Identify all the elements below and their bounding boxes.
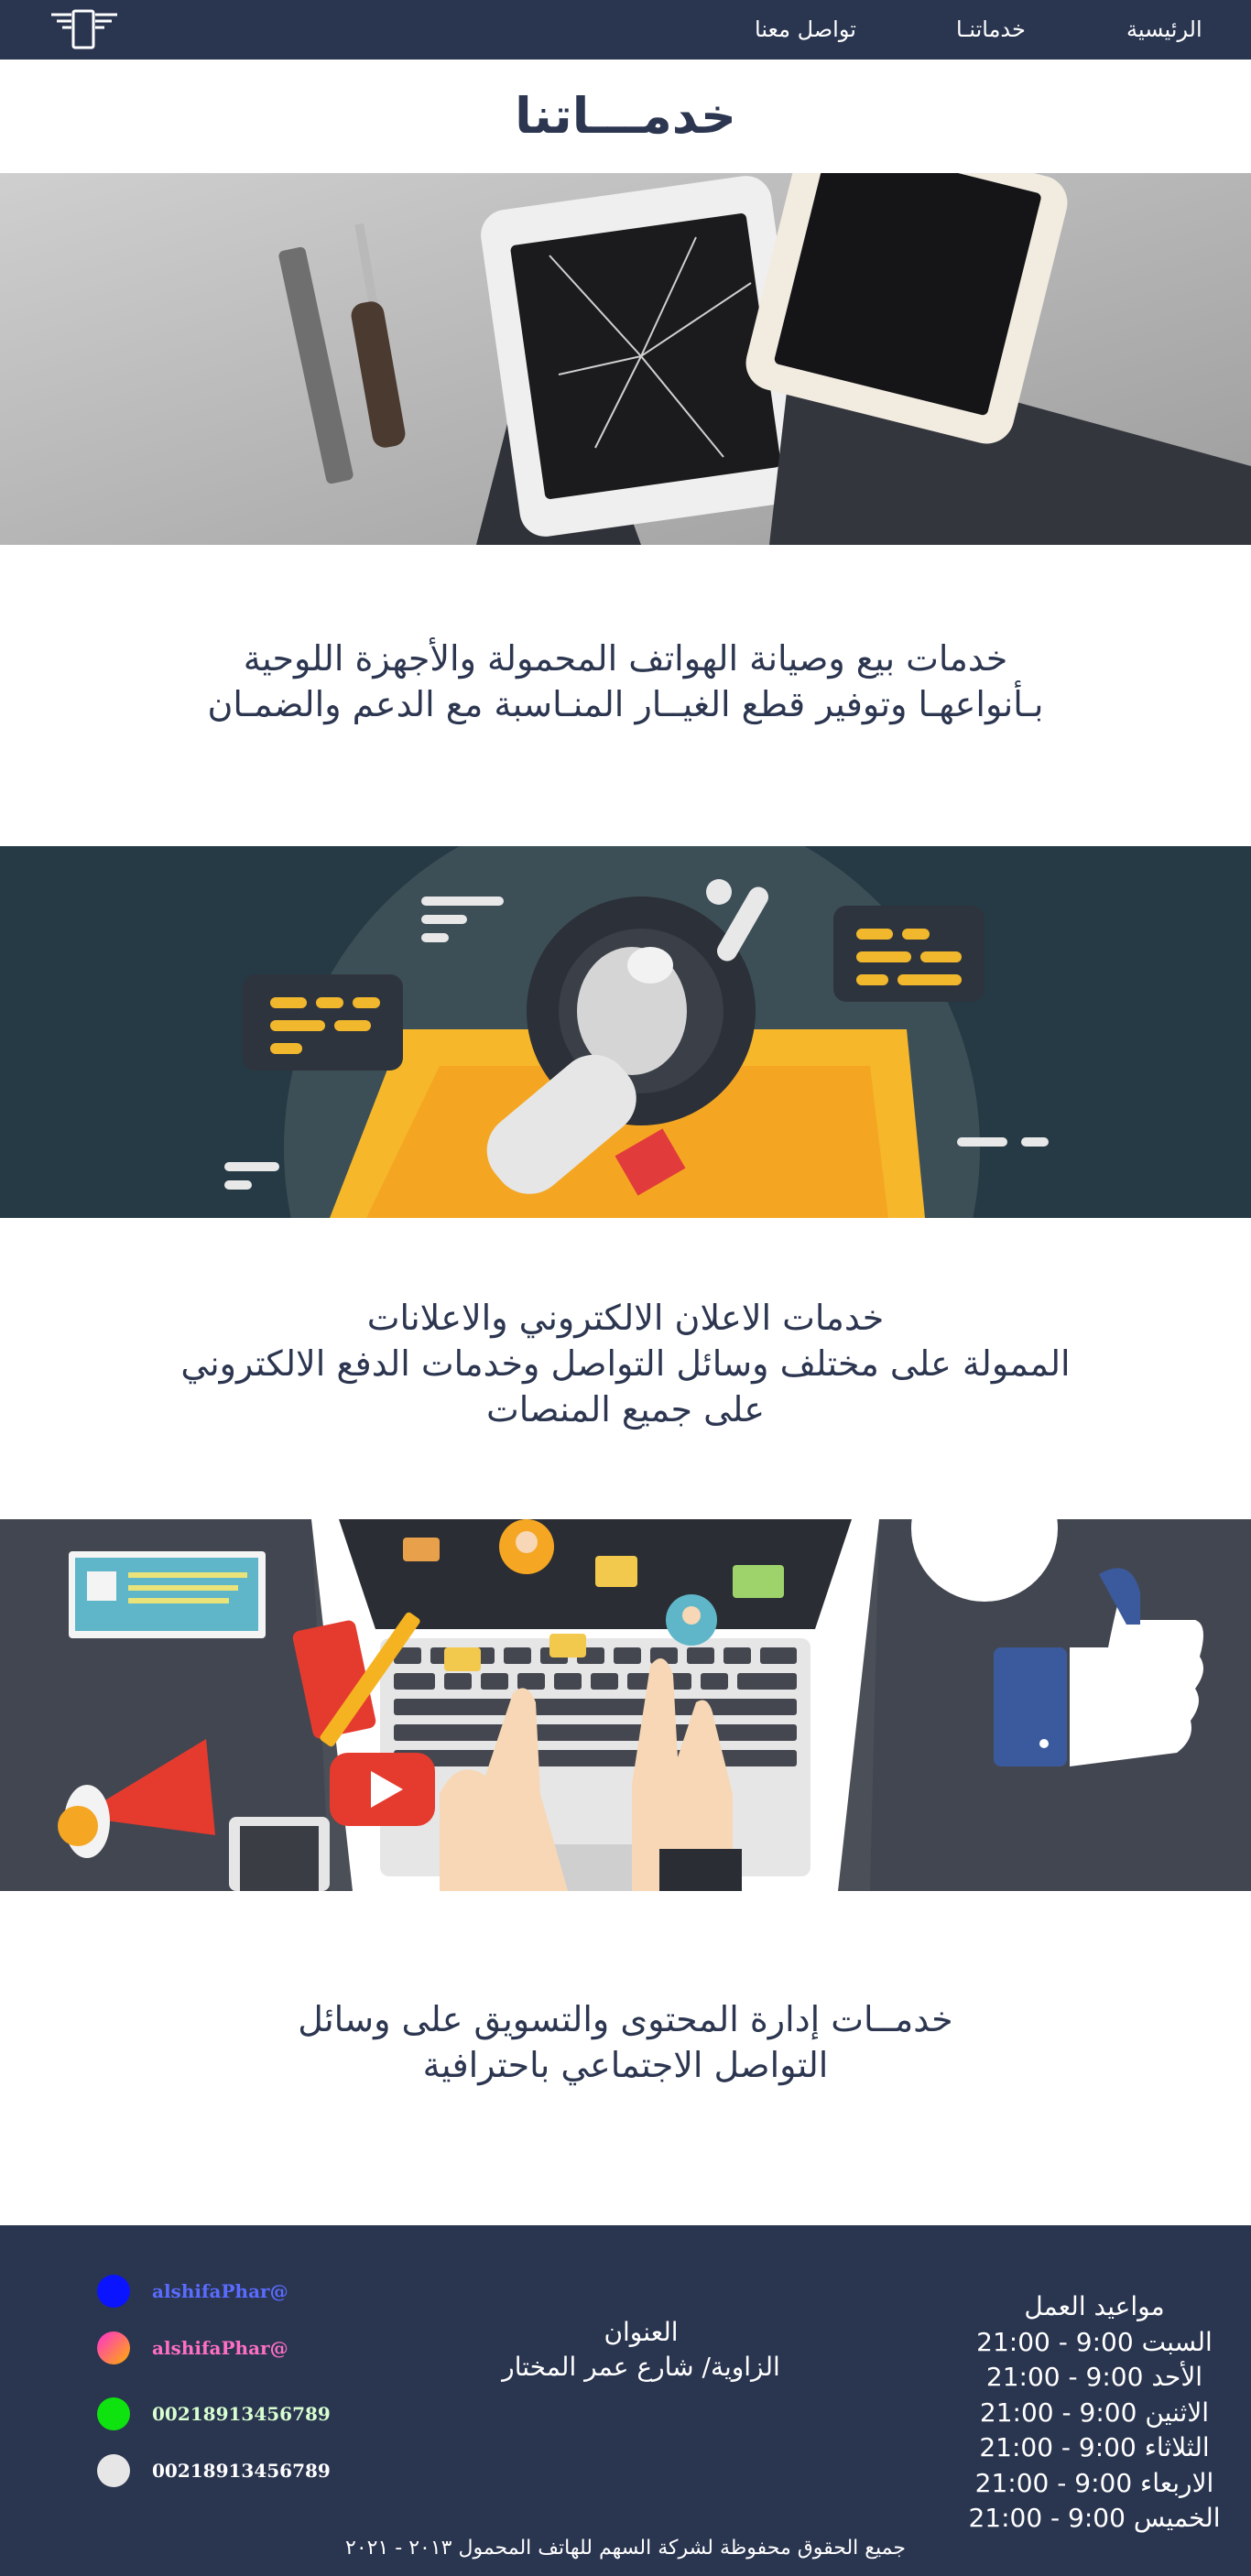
working-hours-block: مواعيد العمل السبت 9:00 - 21:00 الأحد 9:…	[934, 2289, 1251, 2537]
contact-whatsapp-text: 00218913456789	[152, 2403, 331, 2425]
contact-whatsapp[interactable]: 00218913456789	[97, 2397, 331, 2430]
phone-icon	[97, 2454, 130, 2487]
service-description-3: خدمــات إدارة المحتوى والتسويق على وسائل…	[0, 1996, 1251, 2088]
service-3-line-1: خدمــات إدارة المحتوى والتسويق على وسائل	[298, 1999, 953, 2039]
contact-instagram[interactable]: alshifaPhar@	[97, 2331, 288, 2364]
contact-phone[interactable]: 00218913456789	[97, 2454, 331, 2487]
nav-services-link[interactable]: خدماتنـا	[956, 16, 1026, 42]
service-2-line-2: الممولة على مختلف وسائل التواصل وخدمات ا…	[180, 1343, 1071, 1384]
copyright-text: جميع الحقوق محفوظة لشركة السهم للهاتف ال…	[345, 2537, 906, 2560]
facebook-icon	[97, 2275, 130, 2308]
contact-facebook-text: alshifaPhar@	[152, 2280, 288, 2302]
nav-contact-link[interactable]: تواصل معنا	[755, 16, 856, 42]
hours-sunday: الأحد 9:00 - 21:00	[985, 2362, 1203, 2392]
contact-phone-text: 00218913456789	[152, 2460, 331, 2482]
megaphone-marketing-image	[0, 846, 1251, 1218]
hours-saturday: السبت 9:00 - 21:00	[976, 2326, 1213, 2357]
social-media-laptop-image	[0, 1519, 1251, 1891]
nav-home-link[interactable]: الرئيسية	[1126, 16, 1202, 42]
hours-title: مواعيد العمل	[1024, 2291, 1165, 2321]
service-description-2: خدمات الاعلان الالكتروني والاعلانات المم…	[0, 1295, 1251, 1432]
whatsapp-icon	[97, 2397, 130, 2430]
service-1-line-1: خدمات بيع وصيانة الهواتف المحمولة والأجه…	[243, 638, 1008, 679]
contact-facebook[interactable]: alshifaPhar@	[97, 2275, 288, 2308]
logo-icon[interactable]	[48, 5, 121, 53]
hours-monday: الاثنين 9:00 - 21:00	[979, 2397, 1210, 2428]
contact-instagram-text: alshifaPhar@	[152, 2337, 288, 2359]
hours-wednesday: الاربعاء 9:00 - 21:00	[974, 2467, 1214, 2498]
address-block: العنوان الزاوية/ شارع عمر المختار	[440, 2315, 843, 2385]
address-title: العنوان	[604, 2317, 679, 2347]
top-navbar: الرئيسية خدماتنـا تواصل معنا	[0, 0, 1251, 60]
service-description-1: خدمات بيع وصيانة الهواتف المحمولة والأجه…	[0, 636, 1251, 727]
address-text: الزاوية/ شارع عمر المختار	[502, 2352, 780, 2382]
page-title: خدمـــاتنا	[515, 87, 736, 145]
service-1-line-2: بـأنواعهـا وتوفير قطع الغيــار المنـاسبة…	[207, 684, 1044, 724]
service-2-line-3: على جميع المنصات	[485, 1389, 766, 1429]
phone-repair-image	[0, 173, 1251, 545]
service-3-line-2: التواصل الاجتماعي باحترافية	[422, 2045, 829, 2085]
instagram-icon	[97, 2331, 130, 2364]
hours-tuesday: الثلاثاء 9:00 - 21:00	[979, 2432, 1210, 2462]
service-2-line-1: خدمات الاعلان الالكتروني والاعلانات	[366, 1298, 885, 1338]
hours-thursday: الخميس 9:00 - 21:00	[968, 2503, 1221, 2533]
